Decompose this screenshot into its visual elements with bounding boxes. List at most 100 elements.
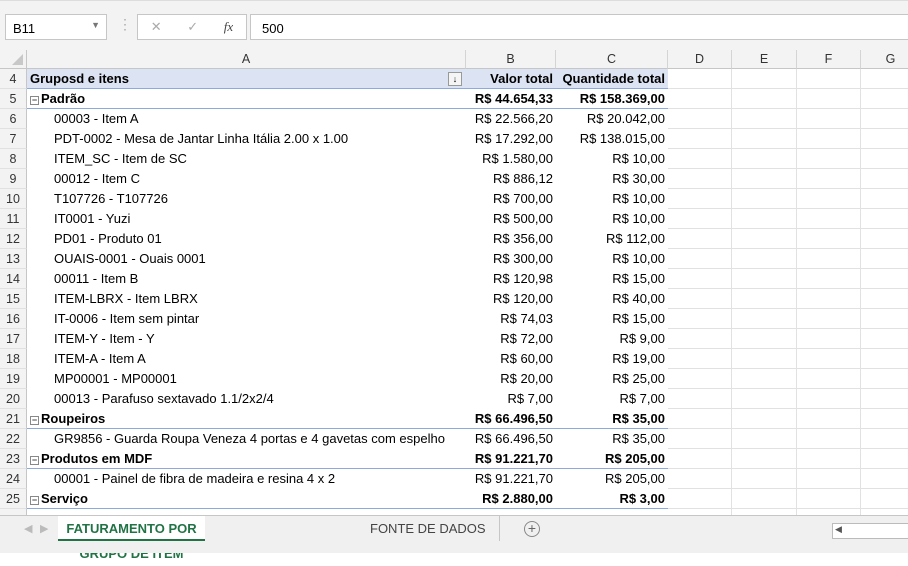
quantidade-total-cell[interactable]: R$ 3,00 [556, 489, 668, 509]
column-header-c[interactable]: C [556, 50, 668, 69]
scroll-right-icon[interactable]: ▶ [40, 522, 48, 535]
cell-g[interactable] [861, 129, 908, 149]
valor-total-cell[interactable]: R$ 17.292,00 [466, 129, 556, 149]
row-header[interactable]: 16 [0, 309, 27, 329]
cell-d[interactable] [668, 489, 732, 509]
cell-e[interactable] [732, 89, 797, 109]
valor-total-cell[interactable]: R$ 91.221,70 [466, 469, 556, 489]
column-header-g[interactable]: G [861, 50, 908, 69]
cell-e[interactable] [732, 229, 797, 249]
row-header[interactable]: 22 [0, 429, 27, 449]
cell-g[interactable] [861, 409, 908, 429]
item-label-cell[interactable]: IT-0006 - Item sem pintar [27, 309, 466, 329]
row-header[interactable]: 14 [0, 269, 27, 289]
cell-e[interactable] [732, 309, 797, 329]
cell-g[interactable] [861, 209, 908, 229]
cell-f[interactable] [797, 129, 861, 149]
quantidade-total-cell[interactable]: R$ 19,00 [556, 349, 668, 369]
quantidade-total-cell[interactable]: R$ 35,00 [556, 429, 668, 449]
collapse-minus-icon[interactable]: − [30, 496, 39, 505]
spreadsheet-grid[interactable]: ABCDEFG 4 Gruposd e itens Valor total Quant… [0, 50, 908, 515]
valor-total-cell[interactable]: R$ 22.566,20 [466, 109, 556, 129]
cell-d[interactable] [668, 389, 732, 409]
valor-total-cell[interactable]: R$ 2.880,00 [466, 489, 556, 509]
quantidade-total-cell[interactable]: R$ 112,00 [556, 229, 668, 249]
row-header[interactable]: 15 [0, 289, 27, 309]
horizontal-scrollbar[interactable]: ◀ [832, 523, 908, 539]
cell-f[interactable] [797, 229, 861, 249]
cell-e[interactable] [732, 209, 797, 229]
column-header-a[interactable]: A [27, 50, 466, 69]
tab-faturamento-por-grupo-de-item[interactable]: FATURAMENTO POR GRUPO DE ITEM [58, 516, 205, 561]
cell-e[interactable] [732, 469, 797, 489]
cell-f[interactable] [797, 169, 861, 189]
column-header-f[interactable]: F [797, 50, 861, 69]
column-header-b[interactable]: B [466, 50, 556, 69]
row-header[interactable]: 6 [0, 109, 27, 129]
row-header[interactable]: 7 [0, 129, 27, 149]
item-label-cell[interactable]: GR9856 - Guarda Roupa Veneza 4 portas e … [27, 429, 466, 449]
cell-f[interactable] [797, 349, 861, 369]
scroll-left-arrow-icon[interactable]: ◀ [835, 524, 842, 535]
row-header[interactable]: 19 [0, 369, 27, 389]
cell-g[interactable] [861, 109, 908, 129]
cell-e[interactable] [732, 329, 797, 349]
cancel-icon[interactable]: ✕ [151, 19, 162, 35]
row-header[interactable]: 17 [0, 329, 27, 349]
collapse-minus-icon[interactable]: − [30, 456, 39, 465]
quantidade-total-cell[interactable]: R$ 205,00 [556, 449, 668, 469]
row-header[interactable]: 12 [0, 229, 27, 249]
item-label-cell[interactable]: 00003 - Item A [27, 109, 466, 129]
quantidade-total-cell[interactable]: R$ 15,00 [556, 309, 668, 329]
group-label-cell[interactable]: − Roupeiros [27, 409, 466, 429]
cell-e[interactable] [732, 449, 797, 469]
row-header[interactable]: 11 [0, 209, 27, 229]
column-header-d[interactable]: D [668, 50, 732, 69]
row-header[interactable]: 25 [0, 489, 27, 509]
cell-d[interactable] [668, 329, 732, 349]
quantidade-total-cell[interactable]: R$ 10,00 [556, 149, 668, 169]
pivot-header-valor[interactable]: Valor total [466, 69, 556, 89]
cell-d[interactable] [668, 109, 732, 129]
cell-e[interactable] [732, 389, 797, 409]
valor-total-cell[interactable]: R$ 120,98 [466, 269, 556, 289]
row-header[interactable]: 5 [0, 89, 27, 109]
row-header[interactable]: 4 [0, 69, 27, 89]
row-header[interactable]: 23 [0, 449, 27, 469]
row-header[interactable]: 13 [0, 249, 27, 269]
item-label-cell[interactable]: MP00001 - MP00001 [27, 369, 466, 389]
valor-total-cell[interactable]: R$ 300,00 [466, 249, 556, 269]
cell-g[interactable] [861, 89, 908, 109]
cell-d[interactable] [668, 409, 732, 429]
select-all-button[interactable] [0, 50, 27, 69]
pivot-header-groups[interactable]: Gruposd e itens [27, 69, 466, 89]
item-label-cell[interactable]: T107726 - T107726 [27, 189, 466, 209]
cell-d[interactable] [668, 249, 732, 269]
enter-icon[interactable]: ✓ [187, 19, 198, 35]
cell-g[interactable] [861, 189, 908, 209]
item-label-cell[interactable]: ITEM-Y - Item - Y [27, 329, 466, 349]
quantidade-total-cell[interactable]: R$ 158.369,00 [556, 89, 668, 109]
quantidade-total-cell[interactable]: R$ 40,00 [556, 289, 668, 309]
cell-f[interactable] [797, 69, 861, 89]
cell-f[interactable] [797, 369, 861, 389]
cell-g[interactable] [861, 149, 908, 169]
cell-e[interactable] [732, 69, 797, 89]
valor-total-cell[interactable]: R$ 72,00 [466, 329, 556, 349]
item-label-cell[interactable]: ITEM_SC - Item de SC [27, 149, 466, 169]
quantidade-total-cell[interactable]: R$ 205,00 [556, 469, 668, 489]
insert-function-icon[interactable]: fx [224, 19, 233, 35]
add-sheet-icon[interactable]: + [524, 521, 540, 537]
cell-g[interactable] [861, 69, 908, 89]
valor-total-cell[interactable]: R$ 886,12 [466, 169, 556, 189]
cell-d[interactable] [668, 369, 732, 389]
quantidade-total-cell[interactable]: R$ 10,00 [556, 249, 668, 269]
cell-f[interactable] [797, 289, 861, 309]
cell-g[interactable] [861, 369, 908, 389]
cell-f[interactable] [797, 449, 861, 469]
row-header[interactable]: 9 [0, 169, 27, 189]
cell-f[interactable] [797, 469, 861, 489]
valor-total-cell[interactable]: R$ 20,00 [466, 369, 556, 389]
cell-e[interactable] [732, 189, 797, 209]
scroll-left-icon[interactable]: ◀ [24, 522, 32, 535]
